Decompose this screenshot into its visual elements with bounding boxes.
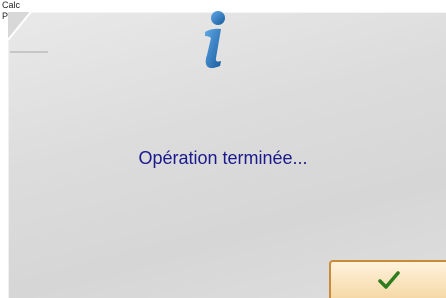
info-icon xyxy=(205,11,225,69)
ok-button[interactable] xyxy=(329,260,446,298)
dialog-corner-fold xyxy=(7,7,48,53)
screen: Calc P Opération terminée... xyxy=(0,0,446,298)
check-icon xyxy=(377,271,400,289)
completion-message: Opération terminée... xyxy=(138,148,308,168)
